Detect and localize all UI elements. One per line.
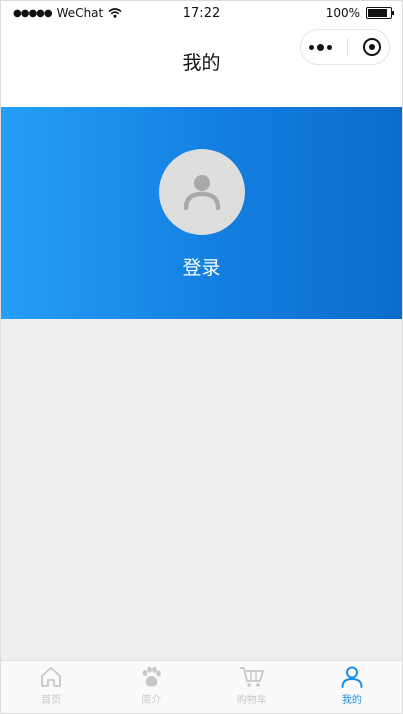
capsule-divider (346, 38, 348, 56)
tab-mine[interactable]: 我的 (302, 661, 402, 713)
tab-bar: 首页 简介 购物车 我的 (1, 660, 402, 713)
user-icon (341, 666, 363, 688)
phone-screen: ●●●●● WeChat 17:22 100% 我的 登录 首页 简介 购物车 … (0, 0, 403, 714)
avatar[interactable] (159, 149, 245, 235)
home-icon (41, 667, 62, 687)
paw-icon (143, 666, 162, 687)
cart-icon (239, 667, 264, 687)
battery-percent: 100% (325, 6, 360, 20)
tab-label: 首页 (41, 695, 62, 706)
tab-intro[interactable]: 简介 (101, 661, 201, 713)
battery-icon (366, 7, 394, 19)
tab-label: 简介 (141, 695, 162, 706)
mini-program-capsule (300, 29, 390, 65)
tab-label: 购物车 (236, 695, 267, 706)
navigation-bar: 我的 (1, 27, 402, 107)
tab-cart[interactable]: 购物车 (202, 661, 302, 713)
login-link[interactable]: 登录 (1, 253, 402, 280)
profile-header: 登录 (1, 107, 402, 319)
status-right: 100% (325, 6, 394, 20)
status-bar: ●●●●● WeChat 17:22 100% (1, 1, 402, 27)
close-mini-program-icon[interactable] (363, 38, 382, 56)
default-avatar-icon (183, 175, 221, 211)
tab-home[interactable]: 首页 (1, 661, 101, 713)
more-menu-icon[interactable] (308, 43, 332, 51)
tab-label: 我的 (341, 695, 362, 706)
